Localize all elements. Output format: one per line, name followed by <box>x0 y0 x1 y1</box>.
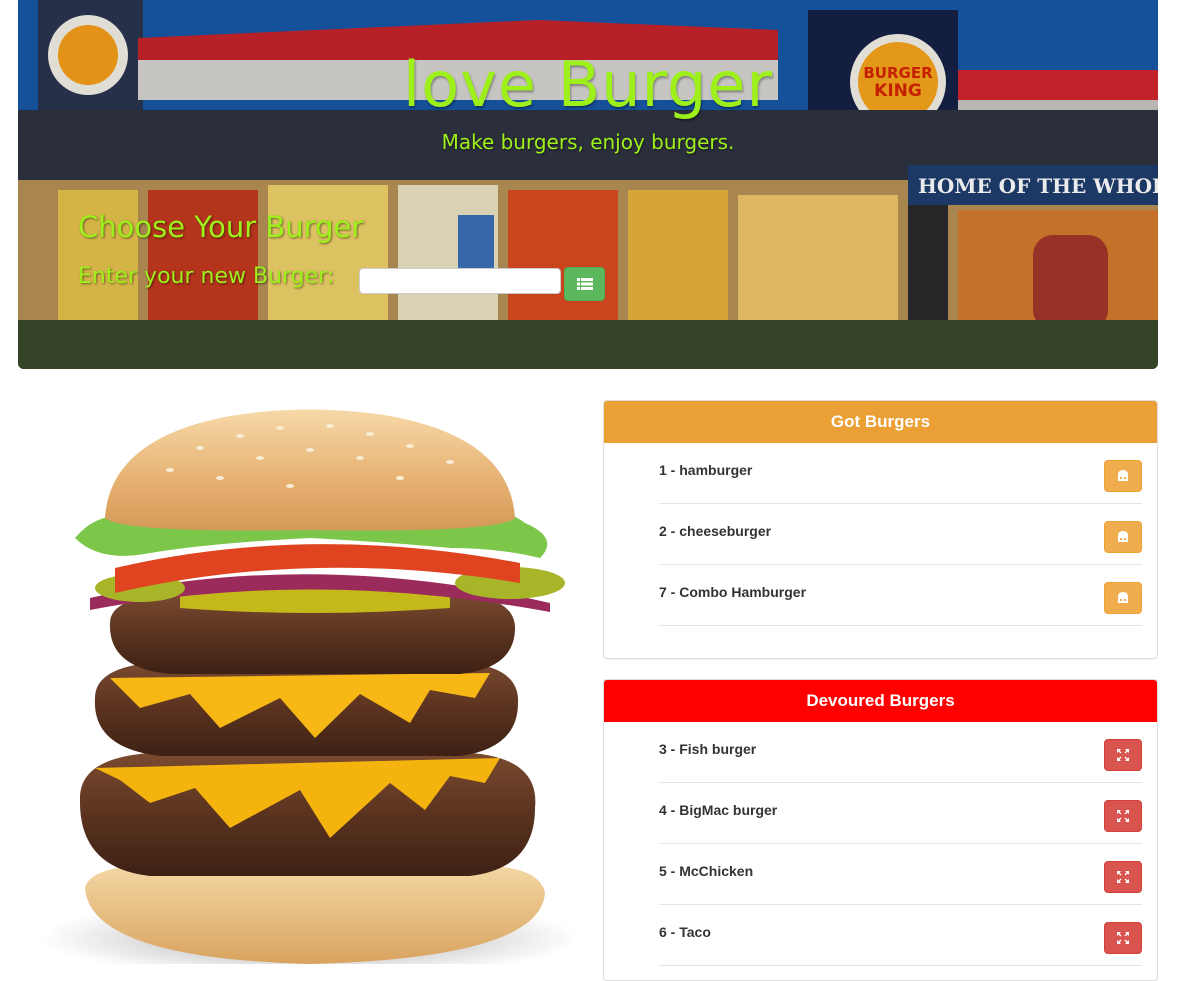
burger-name: 6 - Taco <box>659 924 711 940</box>
devoured-burgers-panel: Devoured Burgers 3 - Fish burger 4 - BigM… <box>603 679 1158 981</box>
burger-name: 2 - cheeseburger <box>659 523 772 539</box>
list-icon <box>576 278 593 290</box>
eat-icon <box>1118 531 1128 542</box>
eat-icon <box>1118 470 1128 481</box>
remove-icon <box>1117 871 1129 883</box>
list-item: 1 - hamburger <box>659 443 1142 504</box>
devour-button[interactable] <box>1104 582 1142 614</box>
form-title: Choose Your Burger <box>78 210 364 244</box>
page-subtitle: Make burgers, enjoy burgers. <box>441 130 735 154</box>
got-burgers-list: 1 - hamburger 2 - cheeseburger 7 - Combo H… <box>604 443 1157 626</box>
remove-icon <box>1117 932 1129 944</box>
list-item: 5 - McChicken <box>659 844 1142 905</box>
list-item: 2 - cheeseburger <box>659 504 1142 565</box>
add-burger-button[interactable] <box>564 267 605 301</box>
hero-banner: BURGER KING HOME OF THE WHOPPER love Bur… <box>18 0 1158 369</box>
devour-button[interactable] <box>1104 460 1142 492</box>
page-title: love Burger <box>403 48 773 121</box>
burger-name: 5 - McChicken <box>659 863 754 879</box>
burger-image <box>40 409 580 964</box>
got-burgers-panel: Got Burgers 1 - hamburger 2 - cheeseburge… <box>603 400 1158 659</box>
burger-input[interactable] <box>359 268 561 294</box>
got-burgers-header: Got Burgers <box>604 401 1157 443</box>
eat-icon <box>1118 592 1128 603</box>
delete-button[interactable] <box>1104 922 1142 954</box>
delete-button[interactable] <box>1104 861 1142 893</box>
list-item: 4 - BigMac burger <box>659 783 1142 844</box>
devour-button[interactable] <box>1104 521 1142 553</box>
delete-button[interactable] <box>1104 739 1142 771</box>
list-item: 3 - Fish burger <box>659 722 1142 783</box>
burger-name: 3 - Fish burger <box>659 741 757 757</box>
burger-input-label: Enter your new Burger: <box>78 264 335 289</box>
remove-icon <box>1117 749 1129 761</box>
list-item: 7 - Combo Hamburger <box>659 565 1142 626</box>
delete-button[interactable] <box>1104 800 1142 832</box>
devoured-burgers-header: Devoured Burgers <box>604 680 1157 722</box>
burger-name: 4 - BigMac burger <box>659 802 778 818</box>
burger-name: 1 - hamburger <box>659 462 753 478</box>
devoured-burgers-list: 3 - Fish burger 4 - BigMac burger 5 - McCh… <box>604 722 1157 966</box>
burger-name: 7 - Combo Hamburger <box>659 584 807 600</box>
list-item: 6 - Taco <box>659 905 1142 966</box>
remove-icon <box>1117 810 1129 822</box>
